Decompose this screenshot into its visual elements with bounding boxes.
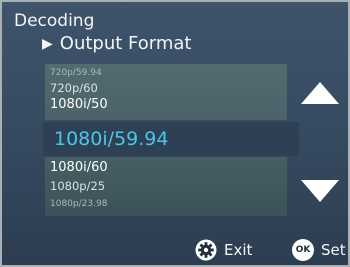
list-item[interactable]: 1080i/60: [50, 160, 108, 175]
set-button[interactable]: OK Set: [292, 238, 346, 262]
options-below-group: 1080i/60 1080p/25 1080p/23.98: [45, 157, 287, 216]
set-label: Set: [321, 241, 346, 259]
screen-frame: Decoding ▶ Output Format 720p/59.94 720p/…: [0, 0, 350, 267]
list-item[interactable]: 720p/59.94: [50, 68, 102, 78]
exit-button[interactable]: Exit: [195, 238, 252, 262]
up-arrow-icon: [301, 82, 339, 104]
down-arrow-icon: [301, 180, 339, 202]
ok-badge-icon: OK: [292, 239, 314, 261]
scroll-down-button[interactable]: [299, 178, 341, 204]
scroll-up-button[interactable]: [299, 80, 341, 106]
list-item[interactable]: 1080p/25: [50, 179, 105, 193]
selected-option[interactable]: 1080i/59.94: [54, 127, 168, 151]
list-item[interactable]: 1080i/50: [50, 97, 108, 112]
list-item[interactable]: 720p/60: [50, 81, 98, 95]
options-above-group: 720p/59.94 720p/60 1080i/50: [45, 64, 287, 120]
right-triangle-icon: ▶: [42, 36, 53, 52]
breadcrumb: ▶ Output Format: [42, 33, 191, 55]
exit-label: Exit: [224, 241, 253, 259]
subtitle-label: Output Format: [59, 33, 192, 54]
list-item[interactable]: 1080p/23.98: [50, 199, 107, 209]
screen-title: Decoding: [14, 11, 95, 31]
gear-icon: [195, 239, 217, 261]
